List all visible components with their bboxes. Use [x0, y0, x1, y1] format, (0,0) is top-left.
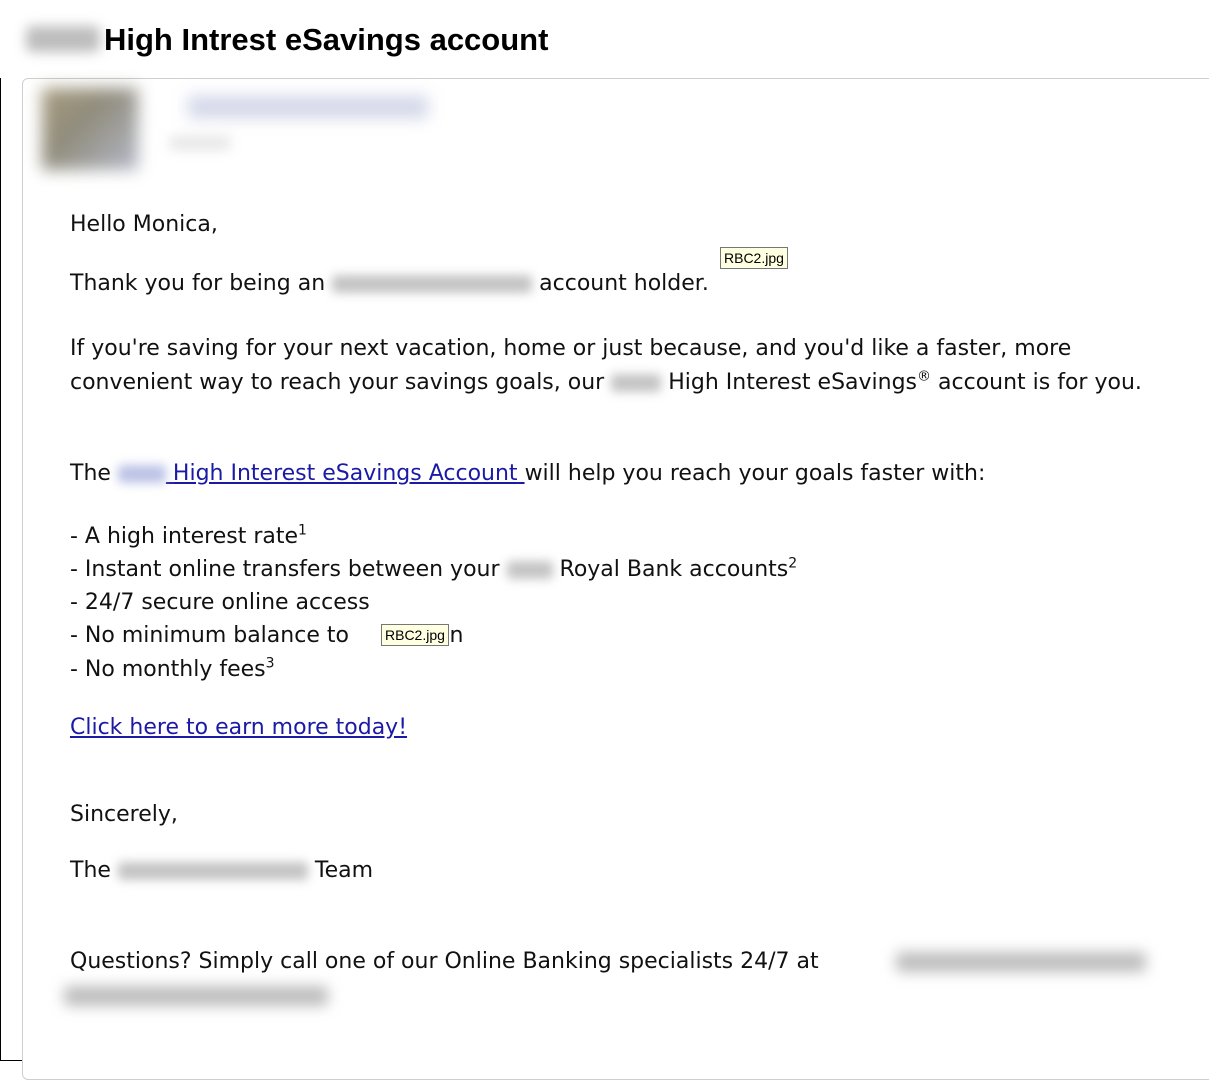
link-line-prefix: The: [70, 461, 111, 486]
thank-you-line: Thank you for being an account holder.: [70, 267, 709, 301]
benefit-text: - A high interest rate: [70, 524, 299, 549]
redacted-sender-name: [188, 96, 428, 118]
earn-more-link[interactable]: Click here to earn more today!: [70, 715, 407, 740]
list-item: - No monthly fees3: [70, 653, 275, 686]
list-item: - Instant online transfers between your …: [70, 553, 797, 586]
intro-paragraph: If you're saving for your next vacation,…: [70, 332, 1180, 400]
footnote-ref: 2: [788, 555, 798, 572]
redacted-bank-name: [332, 275, 533, 293]
title-bar: High Intrest eSavings account: [0, 0, 1209, 78]
list-item: - A high interest rate1: [70, 520, 307, 553]
greeting: Hello Monica,: [70, 212, 218, 237]
footnote-ref: 1: [298, 522, 307, 539]
sender-avatar: [42, 88, 138, 170]
benefit-text: - 24/7 secure online access: [70, 590, 370, 615]
thank-prefix: Thank you for being an: [70, 271, 326, 296]
redacted-phone-number: [896, 952, 1146, 972]
link-line-suffix: will help you reach your goals faster wi…: [524, 461, 986, 486]
image-tooltip: RBC2.jpg: [720, 247, 788, 269]
closing: Sincerely,: [70, 802, 178, 827]
thank-suffix: account holder.: [539, 271, 709, 296]
redacted-bank-name: [506, 561, 553, 579]
signature-prefix: The: [70, 858, 111, 883]
registered-mark: ®: [917, 368, 932, 385]
redacted-sender-detail: [170, 136, 230, 150]
redacted-bank-name: [117, 862, 308, 880]
benefit-text: - No minimum balance to: [70, 623, 356, 648]
redacted-logo: [26, 26, 100, 52]
benefit-text: Royal Bank accounts: [559, 557, 789, 582]
footnote-ref: 3: [265, 655, 275, 672]
image-tooltip: RBC2.jpg: [381, 624, 449, 646]
benefit-text: - Instant online transfers between your: [70, 557, 500, 582]
intro-part3: account is for you.: [938, 370, 1142, 395]
intro-part1: If you're saving for your next vacation,…: [70, 336, 1072, 395]
cta-line: Click here to earn more today!: [70, 711, 407, 745]
link-line: The High Interest eSavings Account will …: [70, 457, 985, 491]
redacted-bank-name: [611, 374, 662, 392]
redacted-bank-name: [117, 465, 166, 483]
benefit-text: - No monthly fees: [70, 657, 266, 682]
redacted-phone-number: [64, 986, 328, 1006]
intro-part2: High Interest eSavings: [668, 370, 918, 395]
email-subject: High Intrest eSavings account: [104, 22, 549, 57]
signature-line: The Team: [70, 854, 373, 888]
signature-suffix: Team: [314, 858, 374, 883]
esavings-account-link[interactable]: High Interest eSavings Account: [117, 461, 525, 486]
esavings-account-link-text: High Interest eSavings Account: [172, 461, 518, 486]
questions-line: Questions? Simply call one of our Online…: [70, 949, 819, 974]
list-item: - 24/7 secure online access: [70, 586, 370, 619]
